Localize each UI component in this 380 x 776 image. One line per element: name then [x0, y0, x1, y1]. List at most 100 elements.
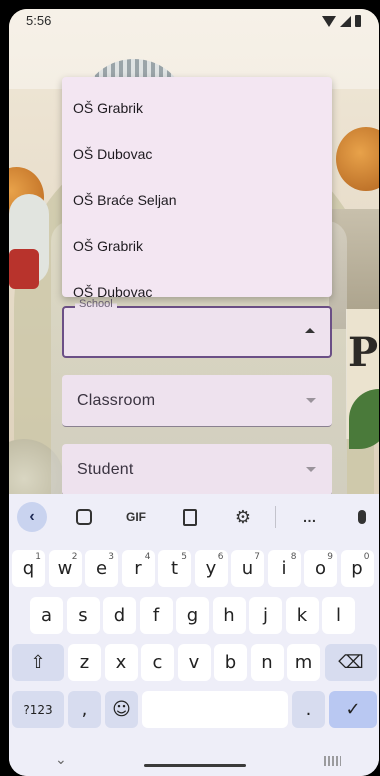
enter-key[interactable]: ✓	[329, 691, 377, 728]
student-label: Student	[77, 461, 134, 478]
key-z-label: z	[79, 652, 90, 673]
key-w[interactable]: w2	[48, 550, 82, 587]
student-dropdown[interactable]: Student	[62, 444, 332, 496]
background-flower	[9, 249, 39, 289]
key-t-label: t	[170, 558, 179, 579]
key-g-label: g	[186, 605, 199, 626]
voice-input-button[interactable]	[349, 502, 375, 532]
key-m[interactable]: m	[287, 644, 320, 681]
key-i-label: i	[281, 558, 287, 579]
comma-key[interactable]: ,	[68, 691, 101, 728]
key-a[interactable]: a	[30, 597, 63, 634]
key-c[interactable]: c	[141, 644, 174, 681]
period-key[interactable]: .	[292, 691, 325, 728]
sticker-button[interactable]	[71, 502, 97, 532]
key-e[interactable]: e3	[85, 550, 118, 587]
enter-key-label: ✓	[345, 699, 361, 720]
symbols-key[interactable]: ?123	[12, 691, 64, 728]
key-b-label: b	[224, 652, 237, 673]
key-h-label: h	[223, 605, 235, 626]
key-s-label: s	[78, 605, 88, 626]
key-v-label: v	[188, 652, 200, 673]
key-y-label: y	[205, 558, 217, 579]
key-e-label: e	[95, 558, 108, 579]
battery-icon	[355, 15, 361, 27]
more-button[interactable]: …	[295, 502, 325, 532]
key-l[interactable]: l	[322, 597, 355, 634]
wifi-icon	[322, 15, 336, 27]
key-h[interactable]: h	[212, 597, 246, 634]
key-q[interactable]: q1	[12, 550, 45, 587]
key-f[interactable]: f	[139, 597, 173, 634]
key-q-label: q	[22, 558, 35, 579]
key-hint: 7	[254, 552, 260, 562]
key-d-label: d	[113, 605, 126, 626]
sticker-icon	[76, 509, 92, 525]
status-bar: 5:56	[9, 9, 379, 35]
key-j[interactable]: j	[249, 597, 282, 634]
menu-item[interactable]: OŠ Dubovac	[62, 131, 332, 177]
key-x[interactable]: x	[104, 644, 138, 681]
key-v[interactable]: v	[177, 644, 211, 681]
key-b[interactable]: b	[214, 644, 247, 681]
key-hint: 4	[144, 552, 151, 562]
school-options-menu: OŠ Grabrik OŠ Dubovac OŠ Braće Seljan OŠ…	[62, 77, 332, 297]
keyboard-toolbar: ‹ GIF ⚙ …	[9, 502, 379, 532]
key-hint: 6	[217, 552, 224, 562]
menu-item[interactable]: OŠ Grabrik	[62, 85, 332, 131]
home-gesture-handle[interactable]	[144, 764, 246, 767]
toolbar-divider	[275, 506, 276, 528]
key-hint: 8	[290, 552, 297, 562]
key-i[interactable]: i8	[267, 550, 301, 587]
key-hint: 2	[71, 552, 78, 562]
key-k[interactable]: k	[285, 597, 319, 634]
key-t[interactable]: t5	[158, 550, 191, 587]
shift-key[interactable]: ⇧	[12, 644, 64, 681]
menu-item[interactable]: OŠ Grabrik	[62, 223, 332, 269]
shift-key-label: ⇧	[30, 652, 46, 673]
clipboard-button[interactable]	[177, 502, 203, 532]
classroom-dropdown[interactable]: Classroom	[62, 375, 332, 427]
backspace-key[interactable]: ⌫	[325, 644, 377, 681]
key-n[interactable]: n	[250, 644, 284, 681]
microphone-icon	[358, 510, 366, 524]
key-k-label: k	[296, 605, 308, 626]
soft-keyboard: ‹ GIF ⚙ … q 1 w 2 e 3 r 4 t 5 y 6 u 7 i 8 o 9 p 0 a s d f g h j k l ⇧…	[9, 494, 379, 776]
key-m-label: m	[294, 652, 313, 673]
key-d[interactable]: d	[103, 597, 136, 634]
keyboard-switch-icon[interactable]	[324, 756, 341, 766]
status-time: 5:56	[26, 13, 52, 28]
key-f-label: f	[152, 605, 160, 626]
key-o[interactable]: o9	[304, 550, 337, 587]
key-o-label: o	[314, 558, 326, 579]
key-g[interactable]: g	[176, 597, 209, 634]
back-chevron-button[interactable]: ‹	[17, 502, 47, 532]
settings-button[interactable]: ⚙	[230, 502, 256, 532]
emoji-key[interactable]: ☺	[105, 691, 138, 728]
clipboard-icon	[183, 508, 197, 526]
key-l-label: l	[335, 605, 341, 626]
key-p-label: p	[351, 558, 363, 579]
hide-keyboard-button[interactable]: ⌄	[55, 751, 67, 768]
menu-item[interactable]: OŠ Dubovac	[62, 269, 332, 297]
key-r[interactable]: r4	[121, 550, 155, 587]
navigation-bar: ⌄	[9, 749, 379, 776]
key-j-label: j	[262, 605, 268, 626]
school-dropdown[interactable]: School	[62, 298, 332, 358]
key-r-label: r	[134, 558, 142, 579]
gif-button[interactable]: GIF	[121, 502, 151, 532]
classroom-label: Classroom	[77, 392, 156, 409]
key-p[interactable]: p0	[340, 550, 374, 587]
key-y[interactable]: y6	[194, 550, 228, 587]
key-u[interactable]: u7	[231, 550, 264, 587]
app-screen: P 5:56 School Classroom Student OŠ Grabr…	[9, 9, 379, 776]
key-n-label: n	[261, 652, 273, 673]
symbols-key-label: ?123	[23, 702, 53, 717]
key-hint: 3	[108, 552, 114, 562]
key-s[interactable]: s	[66, 597, 100, 634]
space-key[interactable]	[142, 691, 288, 728]
key-z[interactable]: z	[68, 644, 101, 681]
key-a-label: a	[40, 605, 53, 626]
key-hint: 9	[327, 552, 333, 562]
menu-item[interactable]: OŠ Braće Seljan	[62, 177, 332, 223]
